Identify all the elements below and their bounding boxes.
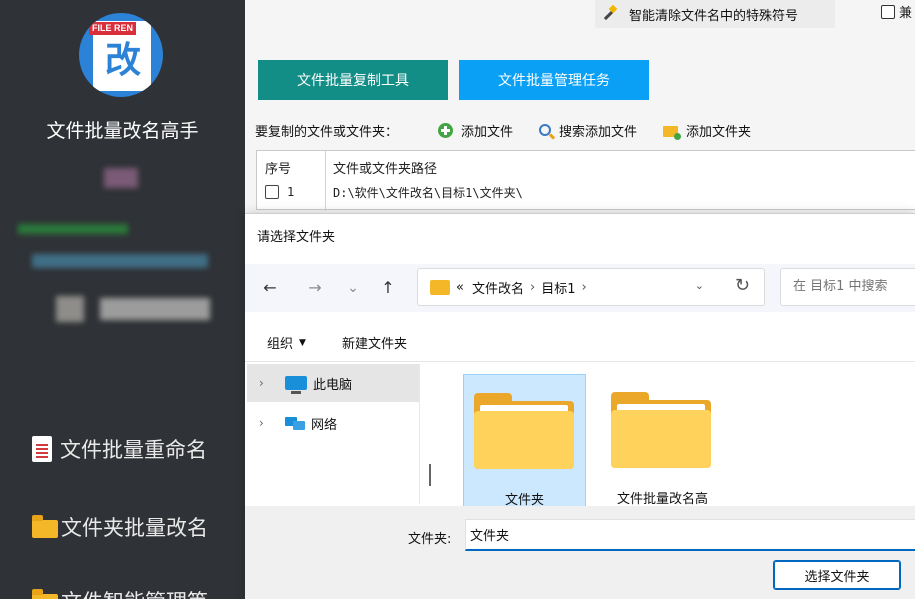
tree-item-label: 此电脑 bbox=[313, 377, 353, 393]
nav-item-label: 文件智能管理等 bbox=[61, 586, 208, 599]
table-header: 序号 文件或文件夹路径 bbox=[257, 156, 437, 178]
forward-arrow-icon[interactable]: → bbox=[305, 278, 325, 298]
add-folder-icon bbox=[663, 126, 682, 140]
tree-item-label: 网络 bbox=[311, 417, 338, 433]
expand-chevron-icon[interactable]: › bbox=[259, 376, 275, 390]
new-folder-button[interactable]: 新建文件夹 bbox=[342, 333, 407, 352]
dropdown-triangle-icon: ▼ bbox=[299, 337, 306, 348]
computer-icon bbox=[285, 376, 307, 394]
select-folder-dialog: 请选择文件夹 ← → ⌄ ↑ « 文件改名 › 目标1 › ⌄ ↻ 组织 ▼ 新… bbox=[245, 213, 915, 599]
redacted-block bbox=[56, 296, 84, 322]
folder-icon bbox=[611, 392, 711, 468]
file-toolbar: 要复制的文件或文件夹： 添加文件 搜索添加文件 添加文件夹 bbox=[255, 118, 777, 142]
folder-icon bbox=[474, 393, 574, 469]
magic-wand-icon bbox=[601, 6, 617, 22]
redacted-block bbox=[18, 224, 128, 234]
refresh-icon[interactable]: ↻ bbox=[735, 276, 750, 296]
row-path: D:\软件\文件改名\目标1\文件夹\ bbox=[333, 185, 523, 200]
folder-icon bbox=[32, 589, 58, 599]
address-dropdown-chevron-icon[interactable]: ⌄ bbox=[695, 279, 704, 292]
header-index: 序号 bbox=[265, 161, 292, 177]
breadcrumb-item[interactable]: 目标1 bbox=[541, 278, 575, 297]
app-title: 文件批量改名高手 bbox=[46, 120, 199, 142]
address-bar[interactable]: « 文件改名 › 目标1 › ⌄ ↻ bbox=[417, 268, 765, 306]
add-folder-button[interactable]: 添加文件夹 bbox=[663, 121, 751, 140]
search-icon bbox=[539, 124, 552, 136]
nav-item-file-manage[interactable]: 文件智能管理等 bbox=[32, 585, 208, 599]
nav-item-label: 文件批量重命名 bbox=[60, 438, 207, 462]
sidebar: FILE REN 改 文件批量改名高手 文件批量重命名 文件夹批量改名 文件智能… bbox=[0, 0, 245, 599]
tab-batch-copy-tool[interactable]: 文件批量复制工具 bbox=[258, 60, 448, 100]
organize-menu[interactable]: 组织 ▼ bbox=[267, 333, 306, 352]
select-folder-button[interactable]: 选择文件夹 bbox=[773, 560, 901, 590]
folder-name-input[interactable] bbox=[465, 519, 915, 551]
folder-field-label: 文件夹: bbox=[408, 532, 452, 547]
document-icon bbox=[32, 436, 52, 462]
nav-item-file-rename[interactable]: 文件批量重命名 bbox=[32, 433, 207, 465]
app-logo: FILE REN 改 bbox=[79, 13, 163, 97]
clean-special-chars-label: 智能清除文件名中的特殊符号 bbox=[629, 8, 799, 24]
logo-glyph: 改 bbox=[104, 40, 141, 81]
table-row[interactable]: 1 D:\软件\文件改名\目标1\文件夹\ bbox=[257, 181, 523, 203]
row-checkbox[interactable] bbox=[265, 185, 279, 199]
redacted-block bbox=[32, 254, 208, 268]
row-index-cell: 1 bbox=[257, 185, 325, 199]
tab-batch-manage-task[interactable]: 文件批量管理任务 bbox=[459, 60, 649, 100]
folder-icon bbox=[430, 279, 450, 295]
tree-scrollbar[interactable] bbox=[429, 464, 431, 486]
row-index: 1 bbox=[287, 185, 295, 199]
breadcrumb-separator-icon: › bbox=[581, 279, 587, 295]
nav-item-label: 文件夹批量改名 bbox=[61, 516, 208, 540]
search-input[interactable] bbox=[793, 279, 915, 294]
recent-locations-chevron-icon[interactable]: ⌄ bbox=[343, 278, 363, 298]
add-file-button[interactable]: 添加文件 bbox=[438, 121, 513, 140]
header-path: 文件或文件夹路径 bbox=[333, 161, 438, 177]
folder-tile[interactable]: 文件夹 bbox=[463, 374, 586, 509]
tree-item-this-pc[interactable]: › 此电脑 bbox=[247, 364, 419, 402]
add-folder-label: 添加文件夹 bbox=[686, 124, 752, 140]
address-prefix: « bbox=[456, 279, 464, 295]
add-icon bbox=[438, 122, 454, 138]
redacted-block bbox=[100, 298, 210, 320]
dialog-title: 请选择文件夹 bbox=[257, 230, 336, 245]
folder-tile-label: 文件批量改名高 bbox=[616, 492, 708, 507]
checkbox-box[interactable] bbox=[881, 4, 895, 19]
search-add-file-button[interactable]: 搜索添加文件 bbox=[539, 121, 637, 140]
nav-item-folder-rename[interactable]: 文件夹批量改名 bbox=[32, 511, 208, 543]
dialog-navbar: ← → ⌄ ↑ « 文件改名 › 目标1 › ⌄ ↻ bbox=[245, 264, 915, 312]
redacted-block bbox=[104, 168, 138, 188]
search-box[interactable] bbox=[780, 268, 915, 306]
folder-icon bbox=[32, 515, 58, 538]
folder-tile[interactable]: 文件批量改名高 bbox=[601, 374, 724, 509]
organize-label: 组织 bbox=[267, 337, 294, 352]
compat-label: 兼 bbox=[899, 6, 913, 21]
breadcrumb-item[interactable]: 文件改名 bbox=[472, 278, 524, 297]
search-add-file-label: 搜索添加文件 bbox=[559, 124, 638, 140]
dialog-footer: 文件夹: 选择文件夹 bbox=[245, 506, 915, 599]
section-label: 要复制的文件或文件夹： bbox=[255, 124, 399, 140]
add-file-label: 添加文件 bbox=[461, 124, 514, 140]
navigation-tree: › 此电脑 › 网络 bbox=[245, 364, 420, 504]
tree-item-network[interactable]: › 网络 bbox=[247, 404, 419, 442]
expand-chevron-icon[interactable]: › bbox=[259, 416, 275, 430]
breadcrumb-separator-icon: › bbox=[529, 279, 536, 295]
clean-special-chars-button[interactable]: 智能清除文件名中的特殊符号 bbox=[595, 0, 835, 28]
network-icon bbox=[285, 415, 305, 431]
logo-tag: FILE REN bbox=[89, 22, 137, 35]
up-arrow-icon[interactable]: ↑ bbox=[378, 278, 398, 298]
file-table: 序号 文件或文件夹路径 1 D:\软件\文件改名\目标1\文件夹\ bbox=[256, 150, 915, 211]
compat-checkbox[interactable]: 兼 bbox=[881, 2, 912, 21]
back-arrow-icon[interactable]: ← bbox=[260, 278, 280, 298]
command-bar: 组织 ▼ 新建文件夹 bbox=[245, 324, 915, 362]
